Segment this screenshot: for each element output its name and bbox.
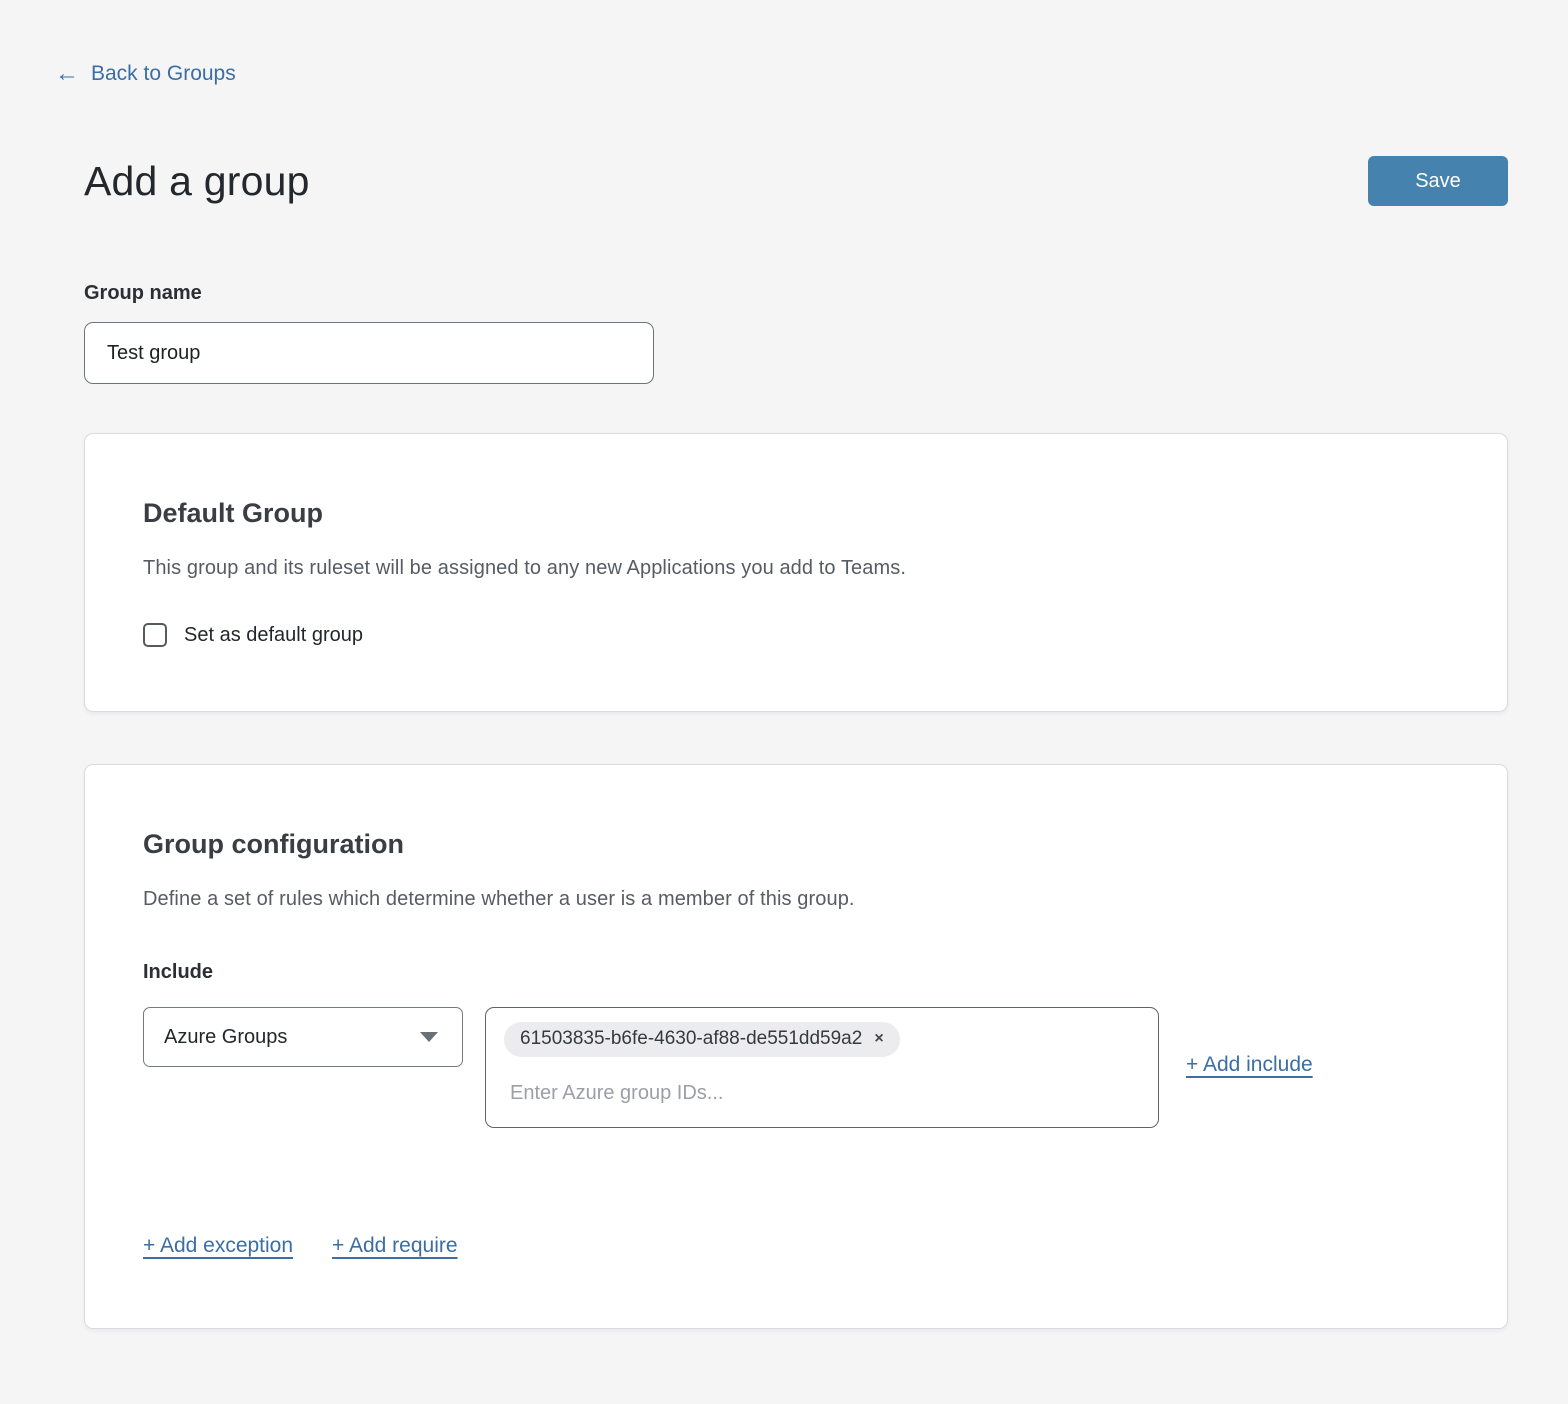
add-include-link[interactable]: + Add include [1186,1053,1313,1077]
azure-group-ids-input[interactable] [504,1078,1140,1115]
chevron-down-icon [420,1032,438,1042]
azure-group-id-tag: 61503835-b6fe-4630-af88-de551dd59a2 × [504,1022,900,1057]
group-name-input[interactable] [84,322,654,384]
main-content: Add a group Save Group name Default Grou… [84,156,1508,1329]
include-selector-dropdown[interactable]: Azure Groups [143,1007,463,1067]
back-to-groups-label: Back to Groups [91,62,236,86]
back-arrow-icon: ← [55,62,79,86]
set-default-group-label: Set as default group [184,624,363,647]
set-default-group-checkbox[interactable] [143,623,167,647]
group-configuration-title: Group configuration [143,829,1447,860]
group-configuration-description: Define a set of rules which determine wh… [143,888,1447,911]
default-group-description: This group and its ruleset will be assig… [143,557,1447,580]
add-require-link[interactable]: + Add require [332,1234,458,1258]
group-name-label: Group name [84,282,1508,305]
save-button[interactable]: Save [1368,156,1508,206]
include-selector-value: Azure Groups [164,1026,287,1049]
default-group-title: Default Group [143,498,1447,529]
azure-group-id-tag-value: 61503835-b6fe-4630-af88-de551dd59a2 [520,1028,862,1050]
include-rule-row: Azure Groups 61503835-b6fe-4630-af88-de5… [143,1007,1447,1128]
remove-tag-icon[interactable]: × [874,1031,883,1047]
azure-group-ids-field[interactable]: 61503835-b6fe-4630-af88-de551dd59a2 × [485,1007,1159,1128]
page-title: Add a group [84,158,310,205]
back-to-groups-link[interactable]: ← Back to Groups [55,62,236,86]
group-configuration-card: Group configuration Define a set of rule… [84,764,1508,1329]
set-default-group-row[interactable]: Set as default group [143,623,1447,647]
page-header: Add a group Save [84,156,1508,206]
add-exception-link[interactable]: + Add exception [143,1234,293,1258]
default-group-card: Default Group This group and its ruleset… [84,433,1508,712]
rule-action-links: + Add exception + Add require [143,1234,1447,1258]
include-label: Include [143,961,1447,984]
back-navigation: ← Back to Groups [0,0,1568,86]
